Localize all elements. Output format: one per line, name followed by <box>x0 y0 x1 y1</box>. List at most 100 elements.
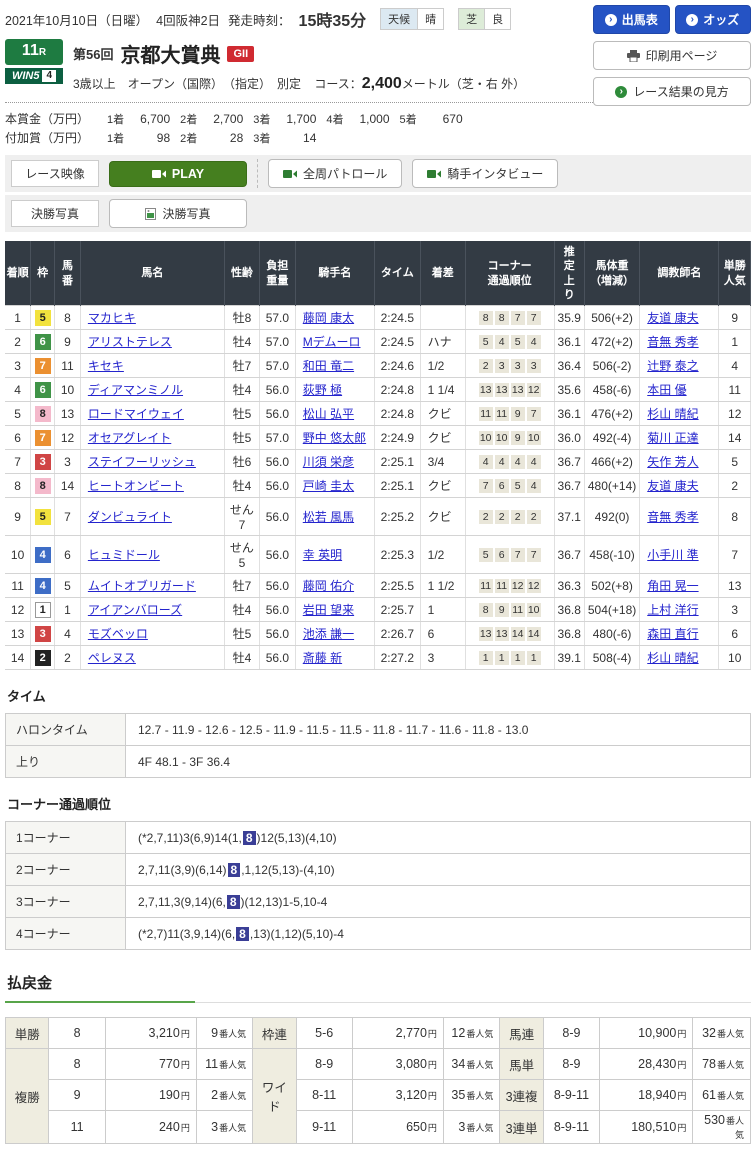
video-camera-icon <box>427 169 441 179</box>
jockey-link[interactable]: 松山 弘平 <box>303 407 354 421</box>
trainer-link[interactable]: 森田 直行 <box>647 627 698 641</box>
trainer-link[interactable]: 友道 康夫 <box>647 479 698 493</box>
horse-name-link[interactable]: マカヒキ <box>88 311 136 325</box>
col-horse-number: 馬 番 <box>55 242 81 306</box>
bet-type-bracket: 枠連 <box>253 1018 296 1049</box>
frame-badge: 2 <box>35 650 51 666</box>
time-section-title: タイム <box>7 686 751 705</box>
play-video-button[interactable]: PLAY <box>109 161 247 187</box>
trainer-link[interactable]: 角田 晃一 <box>647 579 698 593</box>
frame-badge: 6 <box>35 334 51 350</box>
furlong-time-value: 12.7 - 11.9 - 12.6 - 12.5 - 11.9 - 11.5 … <box>126 714 751 746</box>
jockey-link[interactable]: Mデムーロ <box>303 335 361 349</box>
frame-badge: 6 <box>35 382 51 398</box>
result-row: 6712オセアグレイト牡557.0野中 悠太郎2:24.9クビ101091036… <box>5 426 751 450</box>
horse-name-link[interactable]: ムイトオブリガード <box>88 579 196 593</box>
payout-row: 複勝 8 770円 11番人気 ワイド 8-9 3,080円 34番人気 馬単 … <box>6 1049 751 1080</box>
weather-badge: 天候 晴 <box>380 8 444 30</box>
jockey-link[interactable]: 戸崎 圭太 <box>303 479 354 493</box>
trainer-link[interactable]: 矢作 芳人 <box>647 455 698 469</box>
entry-table-button[interactable]: ›出馬表 <box>593 5 670 34</box>
frame-badge: 7 <box>35 358 51 374</box>
trainer-link[interactable]: 友道 康夫 <box>647 311 698 325</box>
col-win-popularity: 単勝 人気 <box>719 242 751 306</box>
horse-name-link[interactable]: キセキ <box>88 359 124 373</box>
jockey-link[interactable]: 岩田 望来 <box>303 603 354 617</box>
col-frame: 枠 <box>31 242 55 306</box>
jockey-link[interactable]: 斎藤 新 <box>303 651 342 665</box>
win5-slot: 4 <box>42 70 56 82</box>
frame-badge: 1 <box>35 602 51 618</box>
jockey-interview-button[interactable]: 騎手インタビュー <box>412 159 558 188</box>
frame-badge: 3 <box>35 454 51 470</box>
result-row: 957ダンビュライトせん756.0松若 風馬2:25.2クビ222237.149… <box>5 498 751 536</box>
results-table: 着順 枠 馬 番 馬名 性齢 負担 重量 騎手名 タイム 着差 コーナー 通過順… <box>5 241 751 670</box>
media-section: レース映像 PLAY 全周パトロール 騎手インタビュー 決勝写真 決勝写真 <box>5 155 751 232</box>
patrol-video-button[interactable]: 全周パトロール <box>268 159 402 188</box>
frame-badge: 7 <box>35 430 51 446</box>
trainer-link[interactable]: 杉山 晴紀 <box>647 407 698 421</box>
horse-name-link[interactable]: ロードマイウェイ <box>88 407 184 421</box>
frame-badge: 4 <box>35 547 51 563</box>
jockey-link[interactable]: 荻野 極 <box>303 383 342 397</box>
corner-row: 4コーナー(*2,7)11(3,9,14)(6,8,13)(1,12)(5,10… <box>6 918 751 950</box>
meeting-info: 4回阪神2日 <box>156 10 220 29</box>
horse-name-link[interactable]: ダンビュライト <box>88 510 172 524</box>
jockey-link[interactable]: 幸 英明 <box>303 548 342 562</box>
horse-name-link[interactable]: ヒートオンビート <box>88 479 184 493</box>
jockey-link[interactable]: 藤岡 康太 <box>303 311 354 325</box>
last-up-value: 4F 48.1 - 3F 36.4 <box>126 746 751 778</box>
col-last-3f: 推 定 上 り <box>554 242 584 306</box>
video-row-label: レース映像 <box>11 160 99 187</box>
printer-icon <box>627 50 640 62</box>
trainer-link[interactable]: 音無 秀孝 <box>647 510 698 524</box>
result-row: 5813ロードマイウェイ牡556.0松山 弘平2:24.8クビ11119736.… <box>5 402 751 426</box>
race-number-badge: 11R <box>5 39 63 65</box>
trainer-link[interactable]: 辻野 泰之 <box>647 359 698 373</box>
odds-button[interactable]: ›オッズ <box>675 5 752 34</box>
corner-table: 1コーナー(*2,7,11)3(6,9)14(1,8)12(5,13)(4,10… <box>5 821 751 950</box>
horse-name-link[interactable]: ステイフーリッシュ <box>88 455 196 469</box>
horse-name-link[interactable]: アリストテレス <box>88 335 172 349</box>
col-time: タイム <box>374 242 420 306</box>
trainer-link[interactable]: 杉山 晴紀 <box>647 651 698 665</box>
col-body-weight: 馬体重 （増減） <box>584 242 639 306</box>
trainer-link[interactable]: 音無 秀孝 <box>647 335 698 349</box>
bet-type-place: 複勝 <box>6 1049 49 1144</box>
jockey-link[interactable]: 川須 栄彦 <box>303 455 354 469</box>
trainer-link[interactable]: 本田 優 <box>647 383 686 397</box>
results-header-row: 着順 枠 馬 番 馬名 性齢 負担 重量 騎手名 タイム 着差 コーナー 通過順… <box>5 242 751 306</box>
photo-icon <box>145 208 156 220</box>
trainer-link[interactable]: 上村 洋行 <box>647 603 698 617</box>
col-finish-position: 着順 <box>5 242 31 306</box>
print-page-button[interactable]: 印刷用ページ <box>593 41 751 70</box>
horse-name-link[interactable]: ペレヌス <box>88 651 136 665</box>
result-guide-button[interactable]: ›レース結果の見方 <box>593 77 751 106</box>
winner-highlight: 8 <box>227 895 240 909</box>
track-label: 芝 <box>459 9 485 29</box>
col-jockey: 騎手名 <box>295 242 374 306</box>
race-conditions: 3歳以上 オープン（国際） （指定） 別定 コース：2,400メートル（芝・右 … <box>73 75 525 93</box>
divider <box>257 159 258 188</box>
jockey-link[interactable]: 池添 謙一 <box>303 627 354 641</box>
result-row: 1334モズベッロ牡556.0池添 謙一2:26.761313141436.84… <box>5 622 751 646</box>
horse-name-link[interactable]: アイアンバローズ <box>88 603 182 617</box>
horse-name-link[interactable]: ヒュミドール <box>88 548 160 562</box>
win5-badge: WIN54 <box>5 68 63 84</box>
header-action-buttons: ›出馬表 ›オッズ 印刷用ページ ›レース結果の見方 <box>593 5 751 106</box>
horse-name-link[interactable]: オセアグレイト <box>88 431 171 445</box>
horse-name-link[interactable]: ディアマンミノル <box>88 383 183 397</box>
weather-value: 晴 <box>418 9 443 29</box>
jockey-link[interactable]: 藤岡 佑介 <box>303 579 354 593</box>
finish-photo-button[interactable]: 決勝写真 <box>109 199 247 228</box>
frame-badge: 4 <box>35 578 51 594</box>
prize-add-line: 付加賞（万円）1着982着283着14 <box>5 129 751 146</box>
jockey-link[interactable]: 野中 悠太郎 <box>303 431 366 445</box>
horse-name-link[interactable]: モズベッロ <box>88 627 148 641</box>
trainer-link[interactable]: 小手川 準 <box>647 548 698 562</box>
trainer-link[interactable]: 菊川 正達 <box>647 431 698 445</box>
jockey-link[interactable]: 和田 竜二 <box>303 359 354 373</box>
jockey-link[interactable]: 松若 風馬 <box>303 510 354 524</box>
bet-type-win: 単勝 <box>6 1018 49 1049</box>
furlong-time-label: ハロンタイム <box>6 714 126 746</box>
